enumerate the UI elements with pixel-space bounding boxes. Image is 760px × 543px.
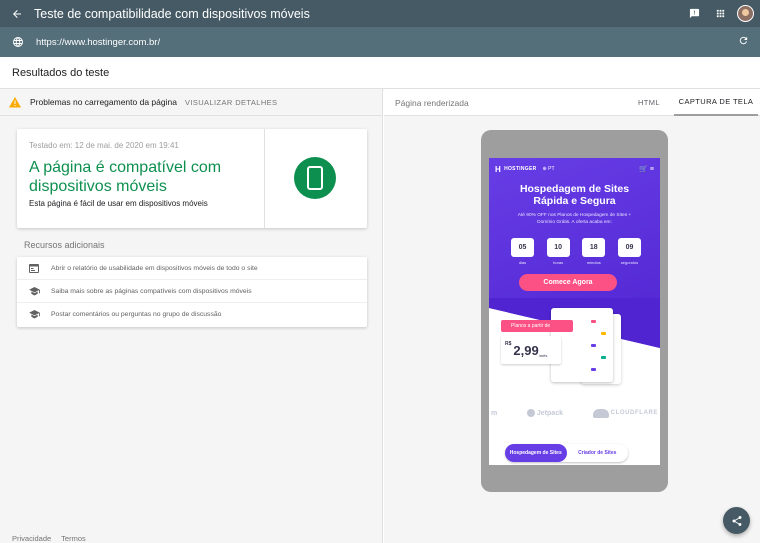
- cloud-icon: [592, 408, 609, 418]
- url-field[interactable]: https://www.hostinger.com.br/: [36, 37, 738, 48]
- page-screenshot[interactable]: H HOSTINGER ⊕ PT 🛒 ≡ Hospedagem de Sites …: [489, 158, 660, 465]
- price-box: R$ 2,99 /mês: [501, 336, 561, 364]
- site-offer-line1: Até 90% OFF nos Planos de Hospedagem de …: [517, 213, 632, 218]
- mockup-dot: [601, 332, 606, 335]
- mobile-friendly-badge: [294, 157, 336, 199]
- warning-icon: [0, 96, 30, 108]
- share-button[interactable]: [723, 507, 750, 534]
- resources-heading: Recursos adicionais: [24, 240, 105, 250]
- feedback-icon: [689, 8, 699, 19]
- cloudflare-label: CLOUDFLARE: [610, 410, 658, 416]
- countdown-hours: 10 horas: [546, 238, 570, 265]
- resource-item-discussion-group[interactable]: Postar comentários ou perguntas no grupo…: [17, 303, 367, 326]
- back-button[interactable]: [0, 0, 34, 27]
- share-icon: [732, 515, 741, 526]
- countdown-days: 05 dias: [511, 238, 534, 265]
- apps-button[interactable]: [707, 0, 733, 27]
- verdict-heading: A página é compatível com dispositivos m…: [29, 159, 222, 195]
- jetpack-label: Jetpack: [536, 409, 563, 417]
- countdown-value: 05: [511, 238, 534, 257]
- resource-label: Abrir o relatório de usabilidade em disp…: [51, 264, 258, 272]
- warning-row: Problemas no carregamento da página VISU…: [0, 89, 383, 116]
- pill-website-builder: Criador de Sites: [578, 450, 617, 456]
- preview-tabs: Página renderizada HTML CAPTURA DE TELA: [384, 89, 760, 116]
- url-bar: https://www.hostinger.com.br/: [0, 27, 760, 57]
- language-code: PT: [548, 166, 555, 172]
- tab-screenshot[interactable]: CAPTURA DE TELA: [674, 89, 758, 116]
- preview-panel: Página renderizada HTML CAPTURA DE TELA …: [384, 89, 760, 543]
- price-currency: R$: [505, 341, 512, 347]
- verdict-description: Esta página é fácil de usar em dispositi…: [29, 199, 208, 208]
- cart-menu-icons: 🛒 ≡: [639, 166, 654, 173]
- arrow-back-icon: [13, 9, 21, 18]
- view-details-link[interactable]: VISUALIZAR DETALHES: [185, 98, 277, 107]
- countdown-unit: dias: [518, 260, 527, 265]
- countdown-unit: segundos: [620, 260, 639, 265]
- pill-web-hosting: Hospedagem de Sites: [505, 444, 567, 462]
- school-icon: [17, 310, 51, 319]
- mockup-dot: [601, 356, 606, 359]
- site-logo-text: HOSTINGER: [504, 166, 537, 172]
- app-header: Teste de compatibilidade com dispositivo…: [0, 0, 760, 27]
- site-nav: H HOSTINGER ⊕ PT 🛒 ≡: [495, 163, 654, 175]
- smartphone-icon: [307, 166, 323, 190]
- results-header: Resultados do teste: [0, 57, 760, 89]
- partner-logo-cut: m: [491, 409, 498, 417]
- apps-icon: [716, 9, 724, 18]
- feedback-button[interactable]: [681, 0, 707, 27]
- summary-card: Testado em: 12 de mai. de 2020 em 19:41 …: [17, 129, 367, 228]
- price-label: Planos a partir de: [501, 320, 573, 332]
- countdown-value: 10: [546, 238, 570, 257]
- warning-text: Problemas no carregamento da página: [30, 97, 177, 107]
- globe-icon: [0, 36, 36, 48]
- results-title: Resultados do teste: [12, 67, 110, 79]
- resource-item-learn-more[interactable]: Saiba mais sobre as páginas compatíveis …: [17, 280, 367, 303]
- site-offer-line2: Domínio Grátis. A oferta acaba em:: [537, 219, 612, 225]
- page-title: Teste de compatibilidade com dispositivo…: [34, 6, 310, 21]
- resource-item-usability-report[interactable]: Abrir o relatório de usabilidade em disp…: [17, 257, 367, 280]
- countdown-unit: minutos: [586, 260, 601, 265]
- countdown-value: 09: [617, 238, 641, 257]
- countdown-value: 18: [582, 238, 606, 257]
- site-headline-line1: Hospedagem de Sites: [519, 183, 630, 195]
- refresh-button[interactable]: [738, 35, 760, 49]
- site-logo: H HOSTINGER: [495, 165, 537, 174]
- terms-link[interactable]: Termos: [61, 534, 86, 543]
- price-period: /mês: [538, 353, 548, 358]
- test-timestamp: Testado em: 12 de mai. de 2020 em 19:41: [29, 141, 179, 150]
- report-icon: [17, 263, 51, 273]
- mockup-dot: [591, 344, 596, 347]
- countdown: 05 dias 10 horas 18 minutos 09 segundos: [511, 238, 641, 265]
- resources-list: Abrir o relatório de usabilidade em disp…: [17, 257, 367, 327]
- school-icon: [17, 286, 51, 296]
- countdown-seconds: 09 segundos: [617, 238, 641, 265]
- privacy-link[interactable]: Privacidade: [12, 534, 51, 543]
- jetpack-logo: Jetpack: [526, 409, 563, 417]
- site-offer: Até 90% OFF nos Planos de Hospedagem de …: [495, 213, 654, 226]
- site-headline-line2: Rápida e Segura: [533, 195, 616, 207]
- resource-label: Saiba mais sobre as páginas compatíveis …: [51, 287, 252, 295]
- hostinger-h-icon: H: [495, 164, 502, 174]
- site-headline: Hospedagem de Sites Rápida e Segura: [489, 183, 660, 207]
- countdown-unit: horas: [553, 260, 564, 265]
- partner-logos: m Jetpack CLOUDFLARE: [489, 406, 660, 420]
- start-now-button: Comece Agora: [519, 274, 617, 291]
- mockup-dot: [591, 320, 596, 323]
- results-panel: Problemas no carregamento da página VISU…: [0, 89, 383, 543]
- divider: [264, 129, 265, 228]
- phone-frame: H HOSTINGER ⊕ PT 🛒 ≡ Hospedagem de Sites …: [481, 130, 668, 492]
- avatar[interactable]: [737, 5, 754, 22]
- cloudflare-logo: CLOUDFLARE: [592, 408, 658, 418]
- jetpack-icon: [526, 409, 535, 417]
- mockup-dot: [591, 368, 596, 371]
- footer: Privacidade Termos: [12, 534, 94, 543]
- rendered-page-label: Página renderizada: [395, 98, 469, 108]
- product-switch: Hospedagem de Sites Criador de Sites: [505, 444, 628, 462]
- tab-html[interactable]: HTML: [624, 89, 674, 116]
- countdown-minutes: 18 minutos: [582, 238, 606, 265]
- resource-label: Postar comentários ou perguntas no grupo…: [51, 311, 222, 318]
- language-selector: ⊕ PT: [542, 166, 555, 172]
- refresh-icon: [739, 36, 748, 45]
- price-value: 2,99: [513, 342, 539, 358]
